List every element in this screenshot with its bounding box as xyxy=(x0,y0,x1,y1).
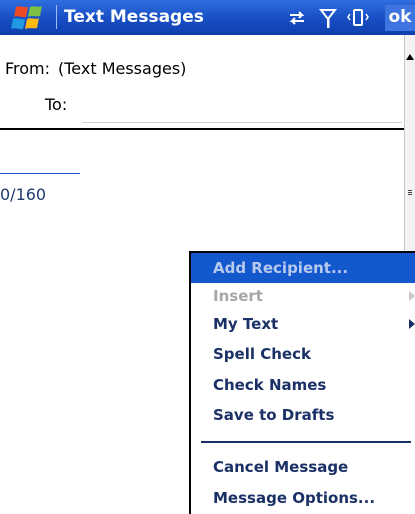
to-field[interactable] xyxy=(82,122,402,123)
connectivity-icon xyxy=(289,11,305,25)
title-bar: Text Messages ok xyxy=(0,0,415,35)
menu-separator xyxy=(201,441,411,443)
menu-item-label: Spell Check xyxy=(213,345,311,363)
menu-item-label: Message Options... xyxy=(213,489,376,507)
menu-item-message-options[interactable]: Message Options... xyxy=(191,483,415,513)
character-counter: 0/160 xyxy=(0,185,47,204)
scroll-thumb[interactable] xyxy=(405,186,415,200)
to-label: To: xyxy=(45,95,68,114)
menu-item-spell-check[interactable]: Spell Check xyxy=(191,339,415,369)
menu-item-label: Save to Drafts xyxy=(213,406,335,424)
header-divider xyxy=(0,128,404,130)
from-label: From: xyxy=(5,59,51,78)
status-icons[interactable] xyxy=(288,6,378,30)
menu-item-my-text[interactable]: My Text xyxy=(191,309,415,339)
submenu-arrow-icon xyxy=(409,319,415,329)
menu-item-label: Insert xyxy=(213,287,263,305)
scroll-up-arrow-icon[interactable] xyxy=(405,50,415,64)
ok-button[interactable]: ok xyxy=(385,5,415,31)
menu-item-label: Add Recipient... xyxy=(213,259,349,277)
signal-strength-icon xyxy=(318,9,338,28)
menu-item-cancel-message[interactable]: Cancel Message xyxy=(191,452,415,482)
window-title: Text Messages xyxy=(64,7,204,27)
windows-logo-icon[interactable] xyxy=(10,5,50,31)
from-account-select[interactable]: (Text Messages) xyxy=(58,59,186,78)
menu-item-label: Check Names xyxy=(213,376,327,394)
menu-item-label: Cancel Message xyxy=(213,458,349,476)
title-separator xyxy=(56,5,57,29)
menu-item-add-recipient[interactable]: Add Recipient... xyxy=(191,253,415,283)
message-body-line[interactable] xyxy=(0,173,80,174)
menu-item-label: My Text xyxy=(213,315,279,333)
vibrate-icon xyxy=(347,9,369,26)
menu-item-insert: Insert xyxy=(191,281,415,311)
menu-item-check-names[interactable]: Check Names xyxy=(191,370,415,400)
context-menu: Add Recipient... Insert My Text Spell Ch… xyxy=(189,251,415,514)
submenu-arrow-icon xyxy=(409,291,415,301)
menu-item-save-to-drafts[interactable]: Save to Drafts xyxy=(191,400,415,430)
